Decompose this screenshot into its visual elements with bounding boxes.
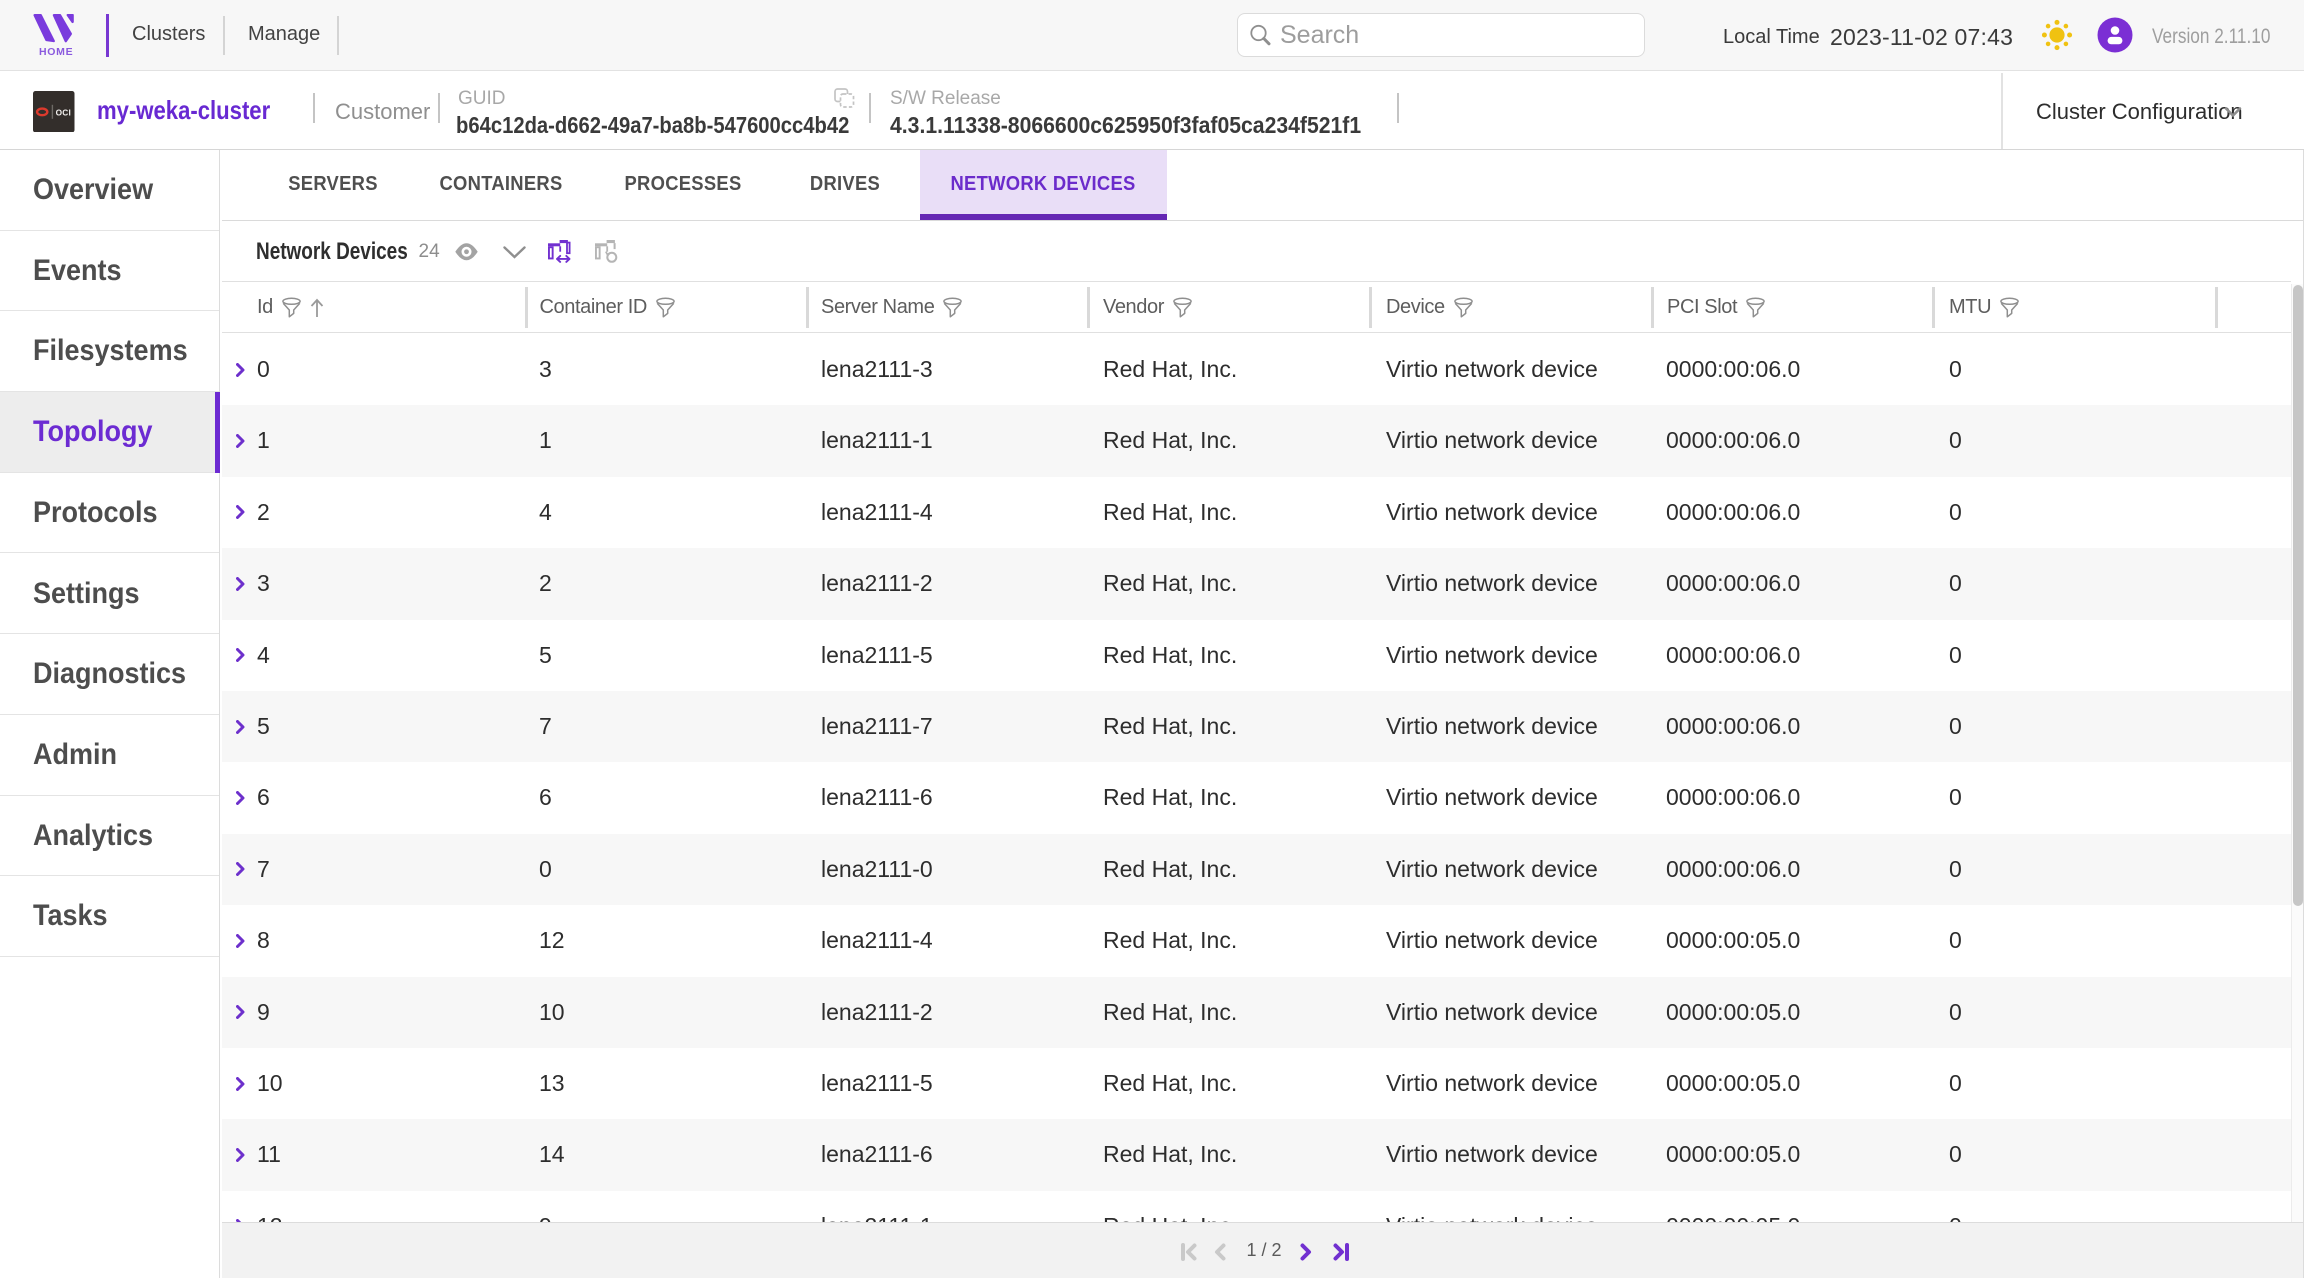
svg-text:OCI: OCI [56,107,71,117]
